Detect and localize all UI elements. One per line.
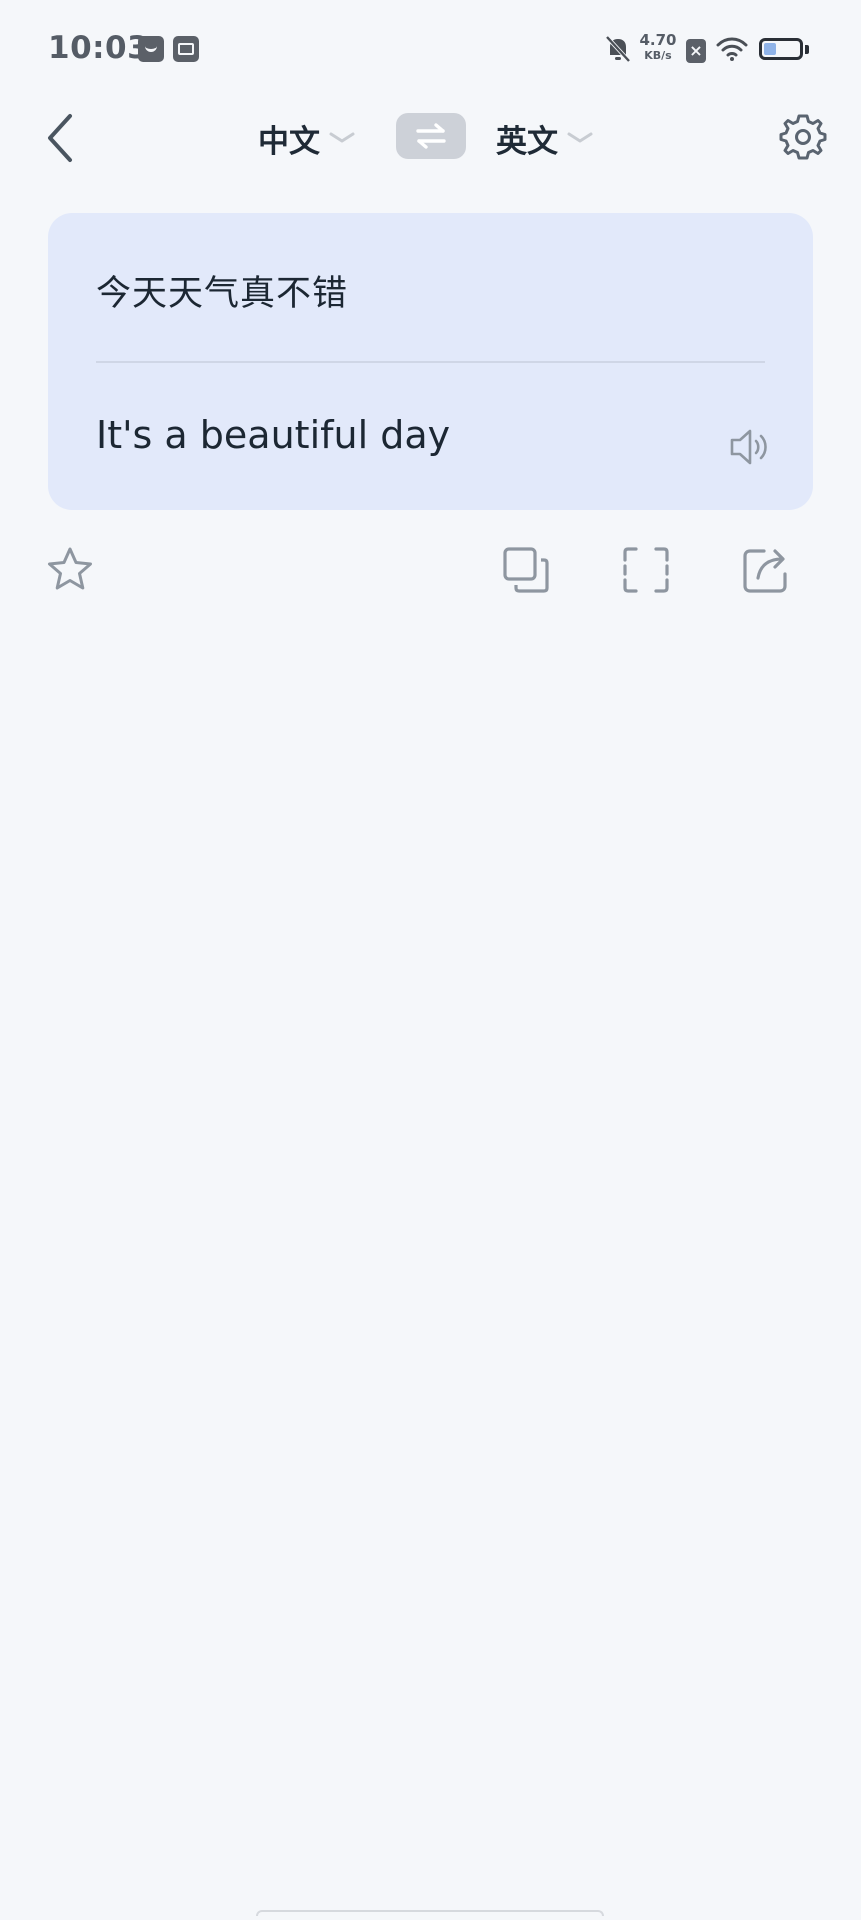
- gear-icon: [779, 114, 827, 160]
- fullscreen-icon: [623, 547, 669, 593]
- wifi-icon: [716, 37, 748, 61]
- battery-icon: [759, 38, 803, 60]
- network-speed: 4.70 KB/s: [638, 33, 678, 63]
- sim-icon: ×: [686, 39, 706, 63]
- speaker-icon: [730, 429, 767, 465]
- source-text[interactable]: 今天天气真不错: [96, 265, 348, 316]
- swap-icon: [416, 123, 446, 149]
- status-bar: 10:03 4.70 KB/s ×: [0, 0, 861, 100]
- network-speed-value: 4.70: [639, 31, 677, 49]
- translator-header: 中文 英文: [0, 100, 861, 200]
- fullscreen-button[interactable]: [620, 544, 672, 596]
- chevron-down-icon: [567, 132, 593, 143]
- network-speed-unit: KB/s: [644, 49, 672, 62]
- back-button[interactable]: [40, 110, 88, 166]
- share-button[interactable]: [740, 544, 792, 596]
- chevron-down-icon: [329, 132, 355, 143]
- source-language-selector[interactable]: 中文: [258, 114, 356, 162]
- translation-actions: [0, 540, 861, 600]
- back-arrow-icon: [48, 114, 72, 162]
- play-audio-button[interactable]: [728, 425, 774, 469]
- settings-button[interactable]: [778, 112, 828, 162]
- copy-icon: [503, 547, 549, 593]
- target-language-label: 英文: [496, 123, 558, 160]
- translated-text[interactable]: It's a beautiful day: [96, 413, 450, 457]
- battery-tip: [805, 45, 809, 54]
- battery-level: [764, 43, 776, 55]
- home-indicator[interactable]: [256, 1910, 604, 1916]
- target-language-selector[interactable]: 英文: [496, 114, 594, 162]
- source-language-label: 中文: [258, 123, 320, 160]
- star-icon: [48, 547, 92, 590]
- card-divider: [96, 361, 765, 363]
- share-icon: [743, 549, 787, 593]
- status-time: 10:03: [48, 30, 150, 66]
- copy-button[interactable]: [500, 544, 552, 596]
- archive-icon: [173, 36, 199, 62]
- swap-languages-button[interactable]: [396, 113, 466, 159]
- translation-card: 今天天气真不错 It's a beautiful day: [48, 213, 813, 510]
- mail-icon: [138, 36, 164, 62]
- bell-off-icon: [605, 35, 631, 63]
- favorite-button[interactable]: [44, 544, 96, 596]
